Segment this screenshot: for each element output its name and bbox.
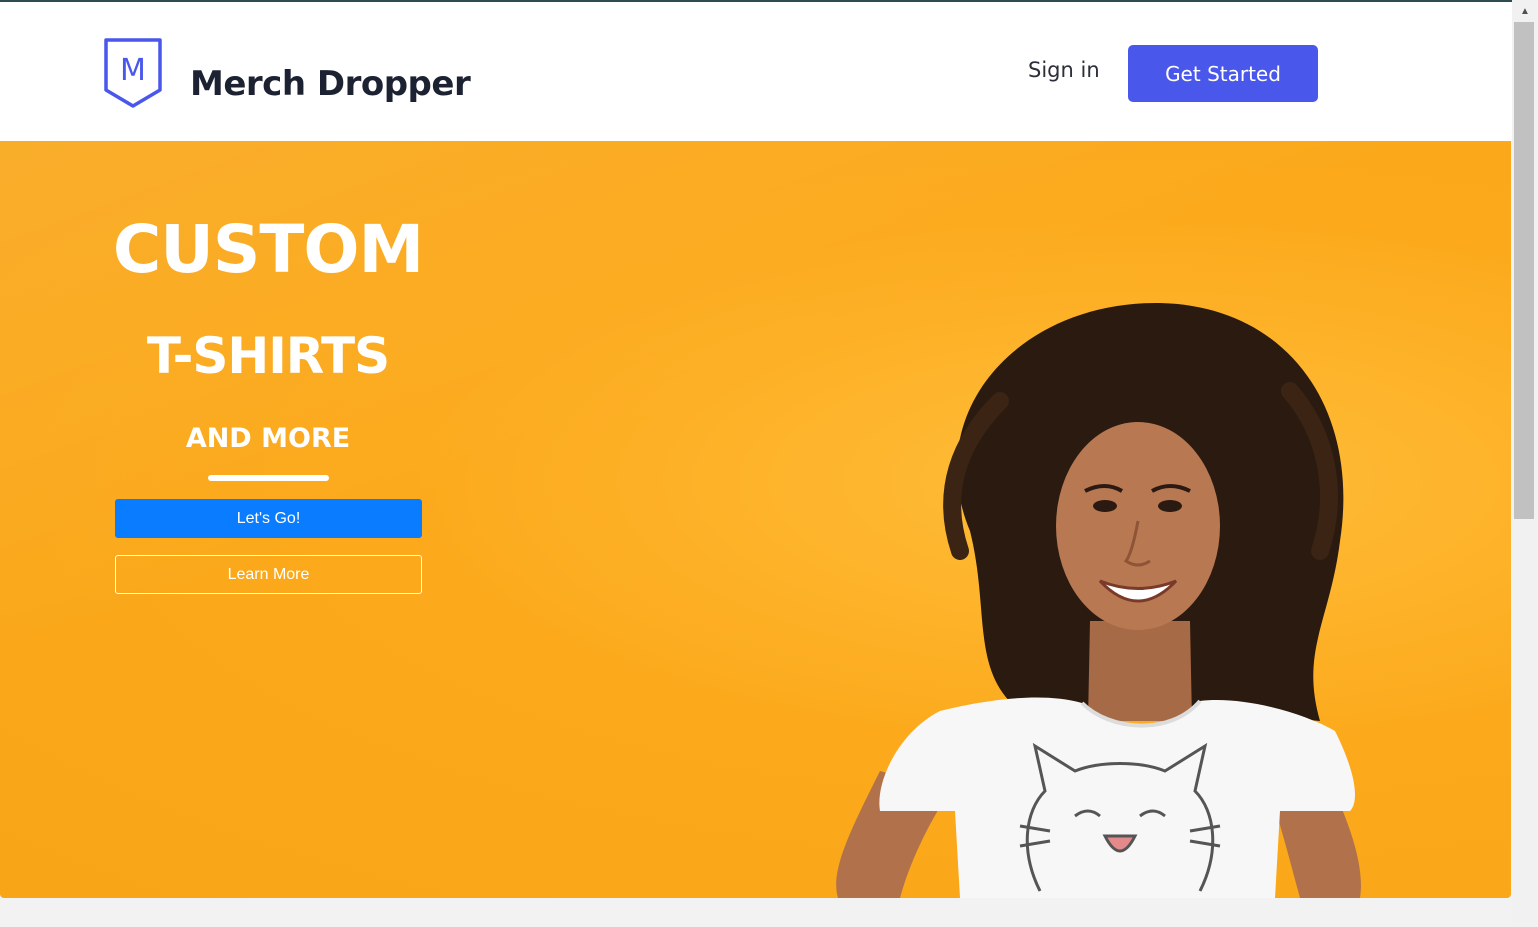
sign-in-link[interactable]: Sign in — [1028, 58, 1100, 82]
hero-headline-custom: CUSTOM — [112, 211, 424, 288]
get-started-button[interactable]: Get Started — [1128, 45, 1318, 102]
hero-photo-woman — [836, 302, 1361, 898]
learn-more-button[interactable]: Learn More — [115, 555, 422, 594]
logo-letter: M — [120, 53, 146, 88]
hero-headline-and-more: AND MORE — [185, 423, 351, 454]
hero-divider — [208, 475, 329, 481]
hero-banner: CUSTOM T-SHIRTS AND MORE Let's Go! Learn… — [0, 141, 1511, 898]
hero-headline-tshirts: T-SHIRTS — [146, 327, 390, 385]
shield-logo-icon[interactable]: M — [104, 38, 162, 108]
page-bottom-area — [0, 898, 1512, 927]
site-header: M Merch Dropper Sign in Get Started — [0, 2, 1512, 141]
triangle-up-icon[interactable]: ▲ — [1512, 0, 1538, 22]
brand-name[interactable]: Merch Dropper — [190, 64, 471, 104]
lets-go-button[interactable]: Let's Go! — [115, 499, 422, 538]
scrollbar-thumb[interactable] — [1514, 22, 1534, 519]
